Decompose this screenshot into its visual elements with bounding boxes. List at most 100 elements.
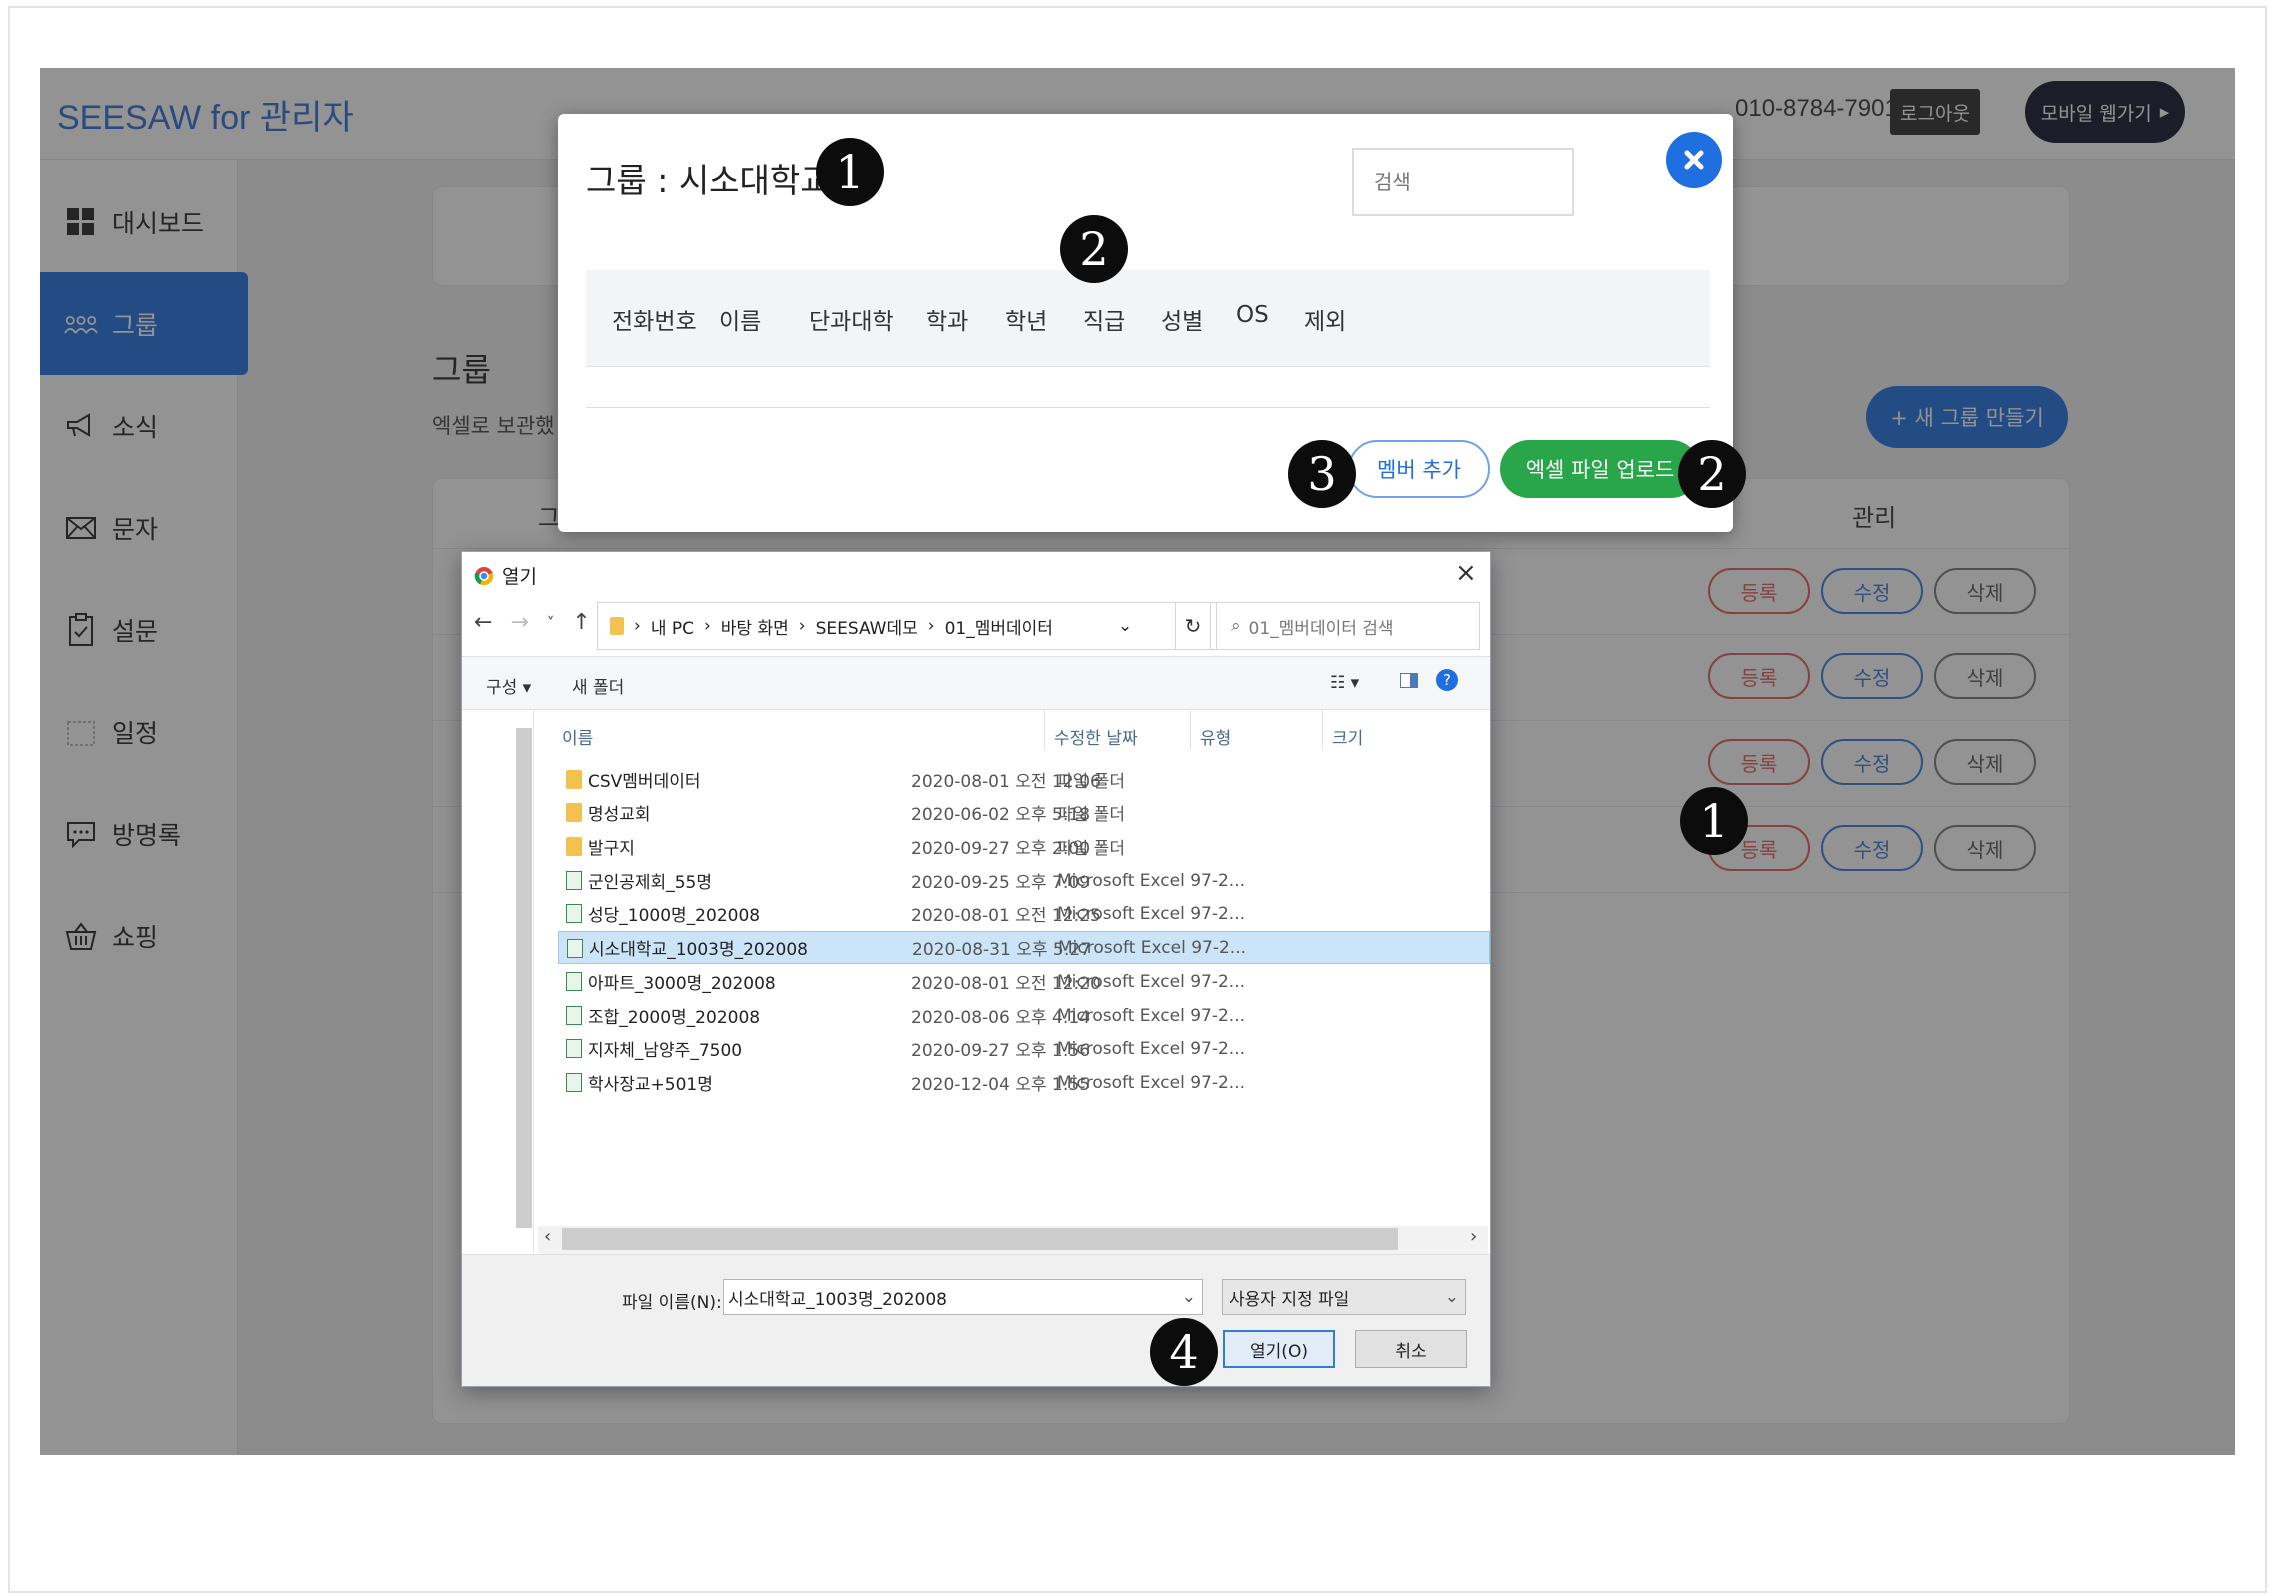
refresh-button[interactable]: ↻ bbox=[1175, 602, 1211, 650]
path-segment[interactable]: 바탕 화면 bbox=[721, 614, 789, 639]
file-type: 파일 폴더 bbox=[1057, 839, 1125, 859]
file-type: Microsoft Excel 97-2... bbox=[1057, 1005, 1245, 1026]
filetype-value: 사용자 지정 파일 bbox=[1229, 1289, 1350, 1310]
excel-file-icon bbox=[566, 1006, 582, 1025]
col-header: 이름 bbox=[719, 309, 762, 335]
up-arrow-icon[interactable]: ↑ bbox=[572, 610, 590, 635]
chrome-icon bbox=[474, 566, 494, 585]
file-row[interactable]: 학사장교+501명 2020-12-04 오후 1:55 Microsoft E… bbox=[558, 1066, 1490, 1099]
file-row[interactable]: 성당_1000명_202008 2020-08-01 오전 12:25 Micr… bbox=[558, 897, 1490, 930]
file-row[interactable]: 군인공제회_55명 2020-09-25 오후 7:09 Microsoft E… bbox=[558, 864, 1490, 897]
file-row[interactable]: 지자체_남양주_7500 2020-09-27 오후 1:56 Microsof… bbox=[558, 1032, 1490, 1065]
excel-file-icon bbox=[566, 1039, 582, 1058]
folder-icon bbox=[566, 837, 582, 856]
add-member-button[interactable]: 멤버 추가 bbox=[1348, 440, 1490, 498]
file-name: 성당_1000명_202008 bbox=[588, 906, 761, 926]
file-open-dialog: 열기 × ← → ˅ ↑ › 내 PC › 바탕 화면 › SEESAW데모 ›… bbox=[461, 551, 1491, 1387]
open-button[interactable]: 열기(O) bbox=[1223, 1330, 1335, 1368]
path-separator-icon: › bbox=[927, 616, 935, 636]
col-header: OS bbox=[1236, 302, 1269, 328]
column-separator bbox=[1322, 710, 1323, 750]
filename-label: 파일 이름(N): bbox=[622, 1293, 722, 1313]
file-name: 학사장교+501명 bbox=[588, 1075, 713, 1095]
callout-number: 1 bbox=[1680, 787, 1748, 855]
filename-input[interactable]: 시소대학교_1003명_202008 ⌄ bbox=[723, 1279, 1203, 1315]
view-options-icon[interactable]: ☷ ▾ bbox=[1330, 673, 1359, 693]
folder-search-box[interactable]: ⌕ 01_멤버데이터 검색 bbox=[1216, 602, 1480, 650]
col-header-name[interactable]: 이름 bbox=[562, 724, 593, 749]
col-header: 단과대학 bbox=[809, 309, 894, 335]
excel-upload-button[interactable]: 엑셀 파일 업로드 bbox=[1500, 440, 1700, 498]
file-name: 조합_2000명_202008 bbox=[588, 1008, 761, 1028]
recent-dropdown-icon[interactable]: ˅ bbox=[547, 614, 555, 635]
scrollbar-thumb[interactable] bbox=[562, 1228, 1398, 1250]
navigation-pane-scrollbar[interactable] bbox=[516, 728, 532, 1228]
file-row[interactable]: 아파트_3000명_202008 2020-08-01 오전 12:20 Mic… bbox=[558, 965, 1490, 998]
search-input[interactable] bbox=[1352, 148, 1574, 216]
group-member-modal: 그룹 : 시소대학교 전화번호 이름 단과대학 학과 학년 직급 성별 OS 제… bbox=[558, 114, 1733, 532]
file-type: 파일 폴더 bbox=[1057, 805, 1125, 825]
file-type: 파일 폴더 bbox=[1057, 772, 1125, 792]
refresh-icon: ↻ bbox=[1184, 614, 1202, 638]
help-icon[interactable]: ? bbox=[1436, 669, 1458, 691]
column-separator bbox=[1044, 710, 1045, 750]
file-name: 시소대학교_1003명_202008 bbox=[589, 940, 808, 960]
folder-icon bbox=[610, 617, 624, 635]
file-type: Microsoft Excel 97-2... bbox=[1057, 1072, 1245, 1093]
organize-menu[interactable]: 구성 ▾ bbox=[486, 673, 531, 698]
file-name: 군인공제회_55명 bbox=[588, 873, 712, 893]
folder-icon bbox=[566, 803, 582, 822]
folder-search-placeholder: 01_멤버데이터 검색 bbox=[1248, 618, 1394, 639]
col-header-date[interactable]: 수정한 날짜 bbox=[1054, 724, 1138, 749]
path-segment[interactable]: 내 PC bbox=[651, 614, 694, 639]
filename-value: 시소대학교_1003명_202008 bbox=[728, 1289, 947, 1310]
member-table-header: 전화번호 이름 단과대학 학과 학년 직급 성별 OS 제외 bbox=[586, 270, 1710, 367]
close-icon bbox=[1684, 150, 1704, 170]
file-row[interactable]: CSV멤버데이터 2020-08-01 오전 12:06 파일 폴더 bbox=[558, 763, 1490, 796]
address-bar[interactable]: › 내 PC › 바탕 화면 › SEESAW데모 › 01_멤버데이터 ⌄ bbox=[597, 602, 1217, 650]
col-header: 직급 bbox=[1083, 309, 1126, 335]
divider bbox=[586, 407, 1710, 408]
file-type: Microsoft Excel 97-2... bbox=[1057, 903, 1245, 924]
file-name: 발구지 bbox=[588, 839, 635, 859]
path-separator-icon: › bbox=[703, 616, 711, 636]
filetype-select[interactable]: 사용자 지정 파일 ⌄ bbox=[1222, 1279, 1466, 1315]
preview-pane-icon[interactable] bbox=[1400, 673, 1418, 693]
scroll-right-icon[interactable]: › bbox=[1470, 1226, 1477, 1247]
file-name: CSV멤버데이터 bbox=[588, 772, 701, 792]
back-arrow-icon[interactable]: ← bbox=[474, 610, 492, 635]
col-header: 학년 bbox=[1005, 309, 1048, 335]
callout-number: 2 bbox=[1060, 215, 1128, 283]
dialog-title: 열기 bbox=[502, 566, 537, 588]
excel-file-icon bbox=[566, 972, 582, 991]
file-row[interactable]: 발구지 2020-09-27 오후 2:00 파일 폴더 bbox=[558, 830, 1490, 863]
callout-number: 3 bbox=[1288, 440, 1356, 508]
col-header-size[interactable]: 크기 bbox=[1332, 724, 1363, 749]
new-folder-button[interactable]: 새 폴더 bbox=[572, 673, 624, 698]
modal-title: 그룹 : 시소대학교 bbox=[586, 161, 831, 200]
file-type: Microsoft Excel 97-2... bbox=[1058, 937, 1246, 958]
col-header: 성별 bbox=[1161, 309, 1204, 335]
path-segment[interactable]: SEESAW데모 bbox=[816, 614, 918, 639]
file-row[interactable]: 명성교회 2020-06-02 오후 5:18 파일 폴더 bbox=[558, 796, 1490, 829]
callout-number: 1 bbox=[816, 138, 884, 206]
dialog-close-icon[interactable]: × bbox=[1455, 558, 1477, 588]
excel-file-icon bbox=[566, 871, 582, 890]
file-row-selected[interactable]: 시소대학교_1003명_202008 2020-08-31 오후 5:27 Mi… bbox=[558, 931, 1490, 964]
file-name: 명성교회 bbox=[588, 805, 651, 825]
file-row[interactable]: 조합_2000명_202008 2020-08-06 오후 4:14 Micro… bbox=[558, 999, 1490, 1032]
col-header-type[interactable]: 유형 bbox=[1200, 724, 1231, 749]
file-type: Microsoft Excel 97-2... bbox=[1057, 1038, 1245, 1059]
cancel-button[interactable]: 취소 bbox=[1355, 1330, 1467, 1368]
dialog-footer bbox=[462, 1254, 1490, 1386]
path-separator-icon: › bbox=[798, 616, 806, 636]
scroll-left-icon[interactable]: ‹ bbox=[544, 1226, 551, 1247]
chevron-down-icon[interactable]: ⌄ bbox=[1118, 616, 1132, 636]
file-name: 지자체_남양주_7500 bbox=[588, 1041, 743, 1061]
chevron-down-icon[interactable]: ⌄ bbox=[1182, 1287, 1196, 1307]
close-button[interactable] bbox=[1666, 132, 1722, 188]
dialog-title-bar: 열기 bbox=[474, 562, 537, 589]
forward-arrow-icon[interactable]: → bbox=[510, 610, 528, 635]
command-bar: 구성 ▾ 새 폴더 ☷ ▾ ? bbox=[462, 656, 1490, 710]
path-segment[interactable]: 01_멤버데이터 bbox=[945, 614, 1053, 639]
